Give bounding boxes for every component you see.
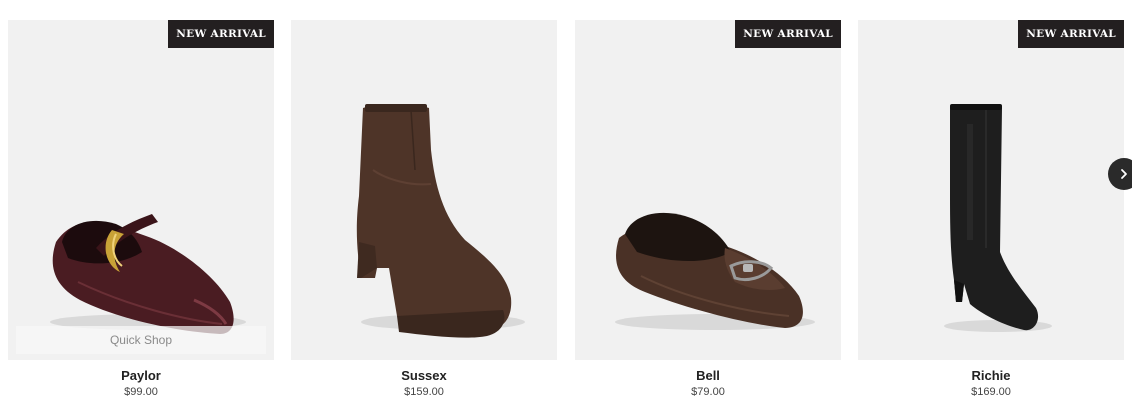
product-image[interactable]: NEW ARRIVAL (575, 20, 841, 360)
new-arrival-badge: NEW ARRIVAL (735, 20, 841, 48)
product-carousel: Quick Shop NEW ARRIVAL Paylor $99.00 Sus… (0, 0, 1132, 400)
product-image[interactable]: Quick Shop NEW ARRIVAL (8, 20, 274, 360)
new-arrival-badge: NEW ARRIVAL (1018, 20, 1124, 48)
product-name[interactable]: Sussex (291, 368, 557, 383)
product-price: $99.00 (124, 386, 158, 398)
product-name[interactable]: Bell (575, 368, 841, 383)
product-price: $79.00 (691, 386, 725, 398)
product-card[interactable]: Sussex $159.00 (291, 20, 557, 400)
product-card[interactable]: NEW ARRIVAL Richie $169.00 (858, 20, 1124, 400)
carousel-next-button[interactable] (1108, 158, 1132, 190)
product-name[interactable]: Richie (858, 368, 1124, 383)
ankle-boot-icon (356, 104, 525, 338)
product-image[interactable] (291, 20, 557, 360)
quick-shop-button[interactable]: Quick Shop (16, 326, 266, 354)
new-arrival-badge: NEW ARRIVAL (168, 20, 274, 48)
product-price: $169.00 (971, 386, 1011, 398)
product-name[interactable]: Paylor (8, 368, 274, 383)
product-card[interactable]: Quick Shop NEW ARRIVAL Paylor $99.00 (8, 20, 274, 400)
chevron-right-icon (1121, 169, 1127, 179)
knee-boot-icon (944, 104, 1052, 332)
product-price: $159.00 (404, 386, 444, 398)
product-image[interactable]: NEW ARRIVAL (858, 20, 1124, 360)
loafer-icon (615, 212, 815, 330)
mary-jane-flat-icon (50, 214, 246, 334)
product-card[interactable]: NEW ARRIVAL Bell $79.00 (575, 20, 841, 400)
